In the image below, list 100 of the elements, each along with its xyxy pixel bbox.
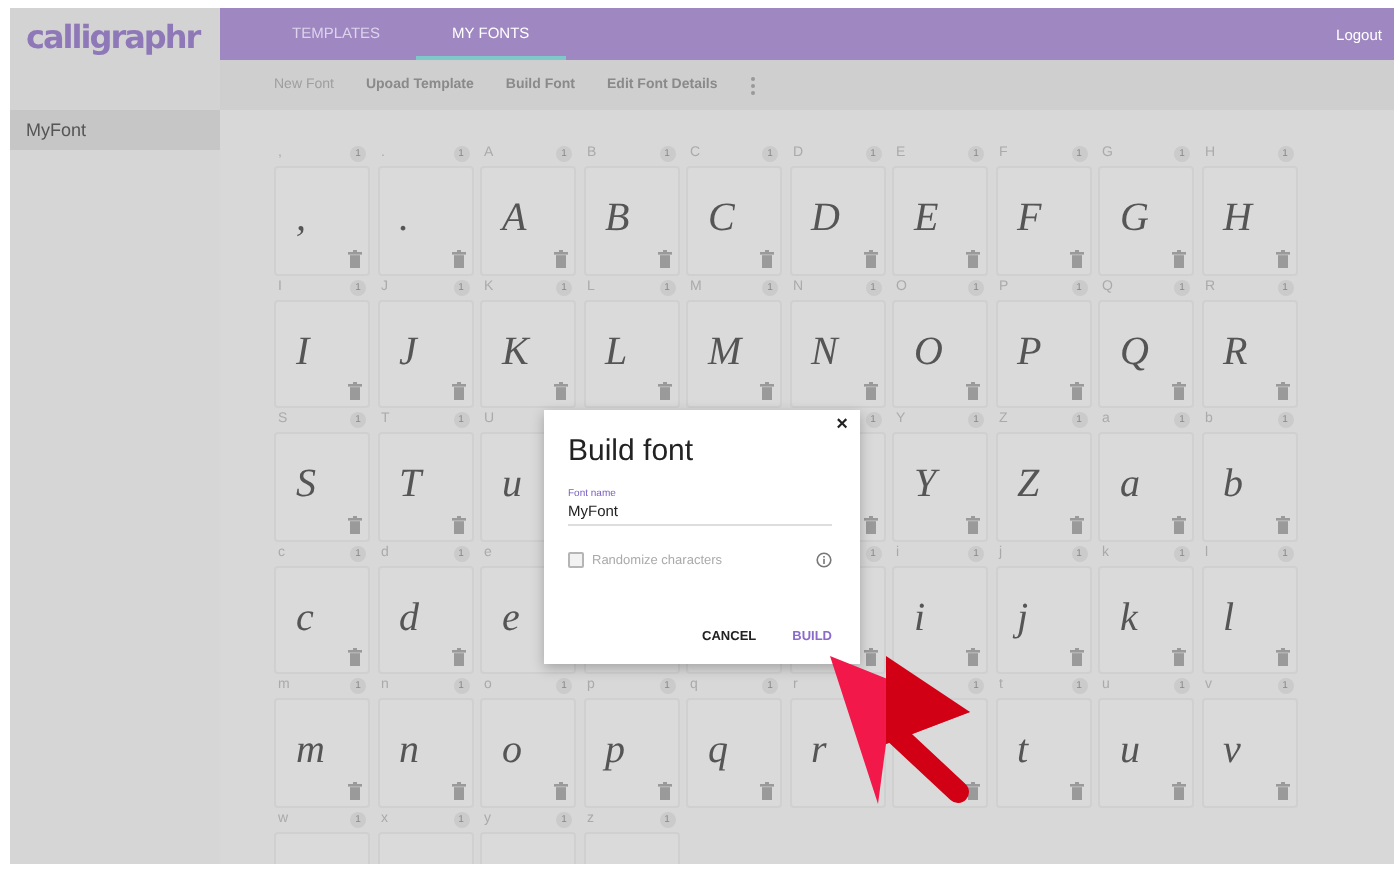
delete-icon[interactable] bbox=[1275, 781, 1289, 799]
delete-icon[interactable] bbox=[760, 382, 774, 400]
handwritten-glyph: u bbox=[1120, 728, 1140, 772]
delete-icon[interactable] bbox=[966, 781, 980, 799]
handwritten-glyph: G bbox=[1120, 196, 1149, 240]
delete-icon[interactable] bbox=[1275, 515, 1289, 533]
delete-icon[interactable] bbox=[451, 382, 465, 400]
delete-icon[interactable] bbox=[348, 781, 362, 799]
delete-icon[interactable] bbox=[1172, 382, 1186, 400]
delete-icon[interactable] bbox=[1275, 382, 1289, 400]
delete-icon[interactable] bbox=[451, 781, 465, 799]
glyph-card[interactable]: . bbox=[377, 166, 473, 275]
glyph-card[interactable]: A bbox=[480, 166, 576, 275]
delete-icon[interactable] bbox=[657, 382, 671, 400]
glyph-card[interactable]: H bbox=[1201, 166, 1297, 275]
glyph-card[interactable]: k bbox=[1098, 565, 1194, 674]
delete-icon[interactable] bbox=[966, 249, 980, 267]
glyph-card[interactable]: B bbox=[583, 166, 679, 275]
glyph-card[interactable]: v bbox=[1201, 698, 1297, 807]
glyph-card[interactable]: J bbox=[377, 299, 473, 408]
glyph-card[interactable]: N bbox=[789, 299, 885, 408]
glyph-card[interactable]: E bbox=[892, 166, 988, 275]
delete-icon[interactable] bbox=[451, 249, 465, 267]
delete-icon[interactable] bbox=[1275, 648, 1289, 666]
delete-icon[interactable] bbox=[760, 249, 774, 267]
glyph-card[interactable]: a bbox=[1098, 432, 1194, 541]
handwritten-glyph: C bbox=[708, 196, 735, 240]
glyph-card[interactable]: T bbox=[377, 432, 473, 541]
glyph-card[interactable]: I bbox=[274, 299, 370, 408]
glyph-card[interactable]: o bbox=[480, 698, 576, 807]
glyph-card[interactable]: , bbox=[274, 166, 370, 275]
handwritten-glyph: S bbox=[296, 462, 316, 506]
delete-icon[interactable] bbox=[657, 249, 671, 267]
glyph-card[interactable]: P bbox=[995, 299, 1091, 408]
glyph-card[interactable]: b bbox=[1201, 432, 1297, 541]
glyph-card[interactable]: O bbox=[892, 299, 988, 408]
glyph-card[interactable]: Q bbox=[1098, 299, 1194, 408]
glyph-card[interactable]: D bbox=[789, 166, 885, 275]
glyph-card[interactable]: u bbox=[1098, 698, 1194, 807]
glyph-card[interactable]: t bbox=[995, 698, 1091, 807]
handwritten-glyph: F bbox=[1017, 196, 1042, 240]
delete-icon[interactable] bbox=[1069, 382, 1083, 400]
glyph-card[interactable]: S bbox=[274, 432, 370, 541]
glyph-card[interactable]: m bbox=[274, 698, 370, 807]
glyph-card[interactable]: R bbox=[1201, 299, 1297, 408]
glyph-card[interactable]: d bbox=[377, 565, 473, 674]
delete-icon[interactable] bbox=[1172, 648, 1186, 666]
glyph-card[interactable]: L bbox=[583, 299, 679, 408]
glyph-card[interactable]: Z bbox=[995, 432, 1091, 541]
glyph-card[interactable]: G bbox=[1098, 166, 1194, 275]
handwritten-glyph: v bbox=[1223, 728, 1241, 772]
delete-icon[interactable] bbox=[348, 648, 362, 666]
handwritten-glyph: d bbox=[399, 595, 419, 639]
glyph-card[interactable]: c bbox=[274, 565, 370, 674]
glyph-card[interactable]: K bbox=[480, 299, 576, 408]
glyph-card[interactable]: i bbox=[892, 565, 988, 674]
delete-icon[interactable] bbox=[863, 515, 877, 533]
delete-icon[interactable] bbox=[966, 648, 980, 666]
handwritten-glyph: E bbox=[914, 196, 939, 240]
handwritten-glyph: H bbox=[1223, 196, 1252, 240]
handwritten-glyph: T bbox=[399, 462, 422, 506]
delete-icon[interactable] bbox=[1172, 781, 1186, 799]
glyph-card[interactable]: C bbox=[686, 166, 782, 275]
glyph-card[interactable]: Y bbox=[892, 432, 988, 541]
glyph-card[interactable]: j bbox=[995, 565, 1091, 674]
glyph-card[interactable]: F bbox=[995, 166, 1091, 275]
glyph-card[interactable]: q bbox=[686, 698, 782, 807]
delete-icon[interactable] bbox=[966, 515, 980, 533]
delete-icon[interactable] bbox=[348, 382, 362, 400]
delete-icon[interactable] bbox=[760, 781, 774, 799]
more-options-icon[interactable] bbox=[749, 75, 756, 95]
delete-icon[interactable] bbox=[1069, 249, 1083, 267]
delete-icon[interactable] bbox=[863, 648, 877, 666]
handwritten-glyph: k bbox=[1120, 595, 1138, 639]
delete-icon[interactable] bbox=[1172, 515, 1186, 533]
sidebar-item[interactable]: MyFont bbox=[10, 110, 220, 150]
info-icon[interactable] bbox=[816, 552, 832, 568]
delete-icon[interactable] bbox=[554, 781, 568, 799]
delete-icon[interactable] bbox=[451, 515, 465, 533]
delete-icon[interactable] bbox=[1275, 249, 1289, 267]
glyph-card[interactable]: n bbox=[377, 698, 473, 807]
delete-icon[interactable] bbox=[1069, 781, 1083, 799]
delete-icon[interactable] bbox=[657, 781, 671, 799]
delete-icon[interactable] bbox=[863, 249, 877, 267]
delete-icon[interactable] bbox=[554, 382, 568, 400]
delete-icon[interactable] bbox=[966, 382, 980, 400]
glyph-card[interactable]: M bbox=[686, 299, 782, 408]
delete-icon[interactable] bbox=[348, 515, 362, 533]
close-button[interactable]: × bbox=[836, 414, 848, 436]
glyph-card[interactable]: p bbox=[583, 698, 679, 807]
delete-icon[interactable] bbox=[1069, 648, 1083, 666]
delete-icon[interactable] bbox=[451, 648, 465, 666]
delete-icon[interactable] bbox=[863, 382, 877, 400]
delete-icon[interactable] bbox=[1172, 249, 1186, 267]
delete-icon[interactable] bbox=[554, 249, 568, 267]
handwritten-glyph: M bbox=[708, 329, 742, 373]
glyph-card[interactable]: l bbox=[1201, 565, 1297, 674]
delete-icon[interactable] bbox=[348, 249, 362, 267]
delete-icon[interactable] bbox=[1069, 515, 1083, 533]
handwritten-glyph: a bbox=[1120, 462, 1140, 506]
